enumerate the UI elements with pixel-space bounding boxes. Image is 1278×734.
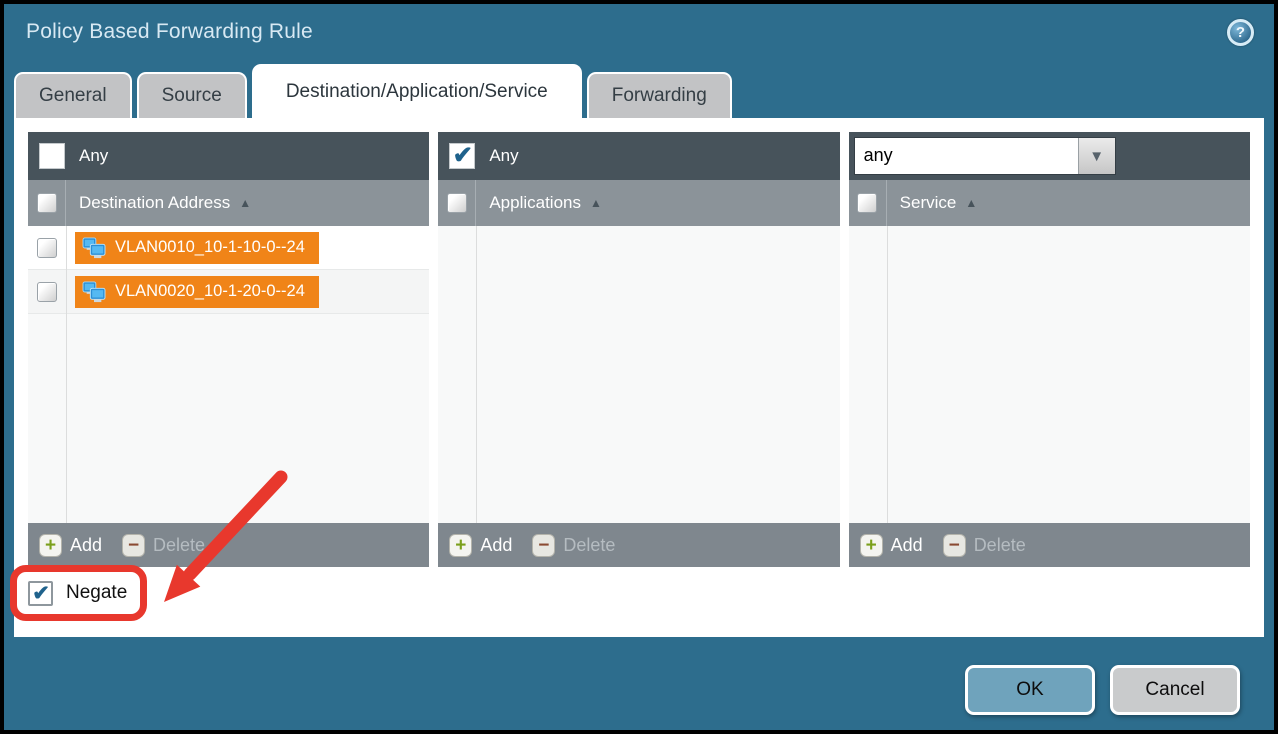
service-panel: any ▼ Service ▲ + Add: [849, 132, 1250, 567]
chevron-down-icon[interactable]: ▼: [1078, 138, 1115, 174]
destination-select-all-checkbox[interactable]: [37, 193, 57, 213]
add-icon: +: [860, 534, 883, 557]
table-row[interactable]: VLAN0010_10-1-10-0--24: [28, 226, 429, 270]
service-toolbar: + Add − Delete: [849, 523, 1250, 567]
negate-row: ✔ Negate: [28, 567, 1250, 637]
applications-delete-button[interactable]: − Delete: [532, 534, 615, 557]
service-list: [849, 226, 1250, 523]
add-button-label: Add: [70, 535, 102, 556]
destination-toolbar: + Add − Delete: [28, 523, 429, 567]
destination-any-label: Any: [79, 146, 108, 166]
applications-panel: ✔ Any Applications ▲ + Add: [438, 132, 839, 567]
destination-panel: Any Destination Address ▲: [28, 132, 429, 567]
destination-select-all-cell: [28, 180, 66, 226]
service-select-all-checkbox[interactable]: [857, 193, 877, 213]
sort-asc-icon[interactable]: ▲: [965, 196, 977, 210]
tab-bar: General Source Destination/Application/S…: [4, 60, 1274, 118]
delete-icon: −: [532, 534, 555, 557]
service-add-button[interactable]: + Add: [860, 534, 923, 557]
negate-annotation-box: ✔ Negate: [10, 565, 147, 621]
applications-select-all-checkbox[interactable]: [447, 193, 467, 213]
tab-forwarding[interactable]: Forwarding: [587, 72, 732, 118]
applications-add-button[interactable]: + Add: [449, 534, 512, 557]
delete-button-label: Delete: [974, 535, 1026, 556]
list-divider: [887, 226, 888, 523]
dialog-footer: OK Cancel: [4, 637, 1274, 730]
tab-content: Any Destination Address ▲: [14, 118, 1264, 637]
service-delete-button[interactable]: − Delete: [943, 534, 1026, 557]
add-button-label: Add: [480, 535, 512, 556]
dialog-title: Policy Based Forwarding Rule: [26, 20, 1227, 44]
add-icon: +: [39, 534, 62, 557]
service-dropdown[interactable]: any ▼: [854, 137, 1116, 175]
table-row[interactable]: VLAN0020_10-1-20-0--24: [28, 270, 429, 314]
applications-header-label[interactable]: Applications: [489, 193, 581, 213]
panels-container: Any Destination Address ▲: [28, 132, 1250, 567]
service-select-all-cell: [849, 180, 887, 226]
pbf-rule-dialog: Policy Based Forwarding Rule ? General S…: [0, 0, 1278, 734]
applications-any-label: Any: [489, 146, 518, 166]
row-checkbox[interactable]: [37, 238, 57, 258]
help-icon[interactable]: ?: [1227, 19, 1254, 46]
address-object-chip[interactable]: VLAN0010_10-1-10-0--24: [75, 232, 319, 264]
sort-asc-icon[interactable]: ▲: [239, 196, 251, 210]
add-button-label: Add: [891, 535, 923, 556]
tab-source[interactable]: Source: [137, 72, 247, 118]
tab-destination-application-service[interactable]: Destination/Application/Service: [252, 64, 582, 118]
service-dropdown-bar: any ▼: [849, 132, 1250, 180]
delete-icon: −: [122, 534, 145, 557]
address-object-label: VLAN0020_10-1-20-0--24: [115, 282, 305, 301]
destination-header-label[interactable]: Destination Address: [79, 193, 230, 213]
delete-button-label: Delete: [153, 535, 205, 556]
tab-general[interactable]: General: [14, 72, 132, 118]
service-header-label[interactable]: Service: [900, 193, 957, 213]
cancel-button[interactable]: Cancel: [1110, 665, 1240, 715]
destination-delete-button[interactable]: − Delete: [122, 534, 205, 557]
ok-button[interactable]: OK: [965, 665, 1095, 715]
dialog-titlebar: Policy Based Forwarding Rule ?: [4, 4, 1274, 60]
network-address-icon: [82, 237, 106, 259]
destination-list: VLAN0010_10-1-10-0--24: [28, 226, 429, 523]
row-checkbox[interactable]: [37, 282, 57, 302]
delete-icon: −: [943, 534, 966, 557]
negate-label: Negate: [66, 582, 127, 604]
applications-any-checkbox[interactable]: ✔: [449, 143, 475, 169]
address-object-chip[interactable]: VLAN0020_10-1-20-0--24: [75, 276, 319, 308]
network-address-icon: [82, 281, 106, 303]
destination-add-button[interactable]: + Add: [39, 534, 102, 557]
list-divider: [66, 226, 67, 523]
applications-list: [438, 226, 839, 523]
applications-any-bar: ✔ Any: [438, 132, 839, 180]
applications-column-header: Applications ▲: [438, 180, 839, 226]
negate-checkbox[interactable]: ✔: [28, 581, 53, 606]
add-icon: +: [449, 534, 472, 557]
applications-toolbar: + Add − Delete: [438, 523, 839, 567]
destination-any-bar: Any: [28, 132, 429, 180]
service-dropdown-value: any: [855, 138, 1078, 174]
list-divider: [476, 226, 477, 523]
destination-column-header: Destination Address ▲: [28, 180, 429, 226]
sort-asc-icon[interactable]: ▲: [590, 196, 602, 210]
service-column-header: Service ▲: [849, 180, 1250, 226]
delete-button-label: Delete: [563, 535, 615, 556]
applications-select-all-cell: [438, 180, 476, 226]
destination-any-checkbox[interactable]: [39, 143, 65, 169]
address-object-label: VLAN0010_10-1-10-0--24: [115, 238, 305, 257]
